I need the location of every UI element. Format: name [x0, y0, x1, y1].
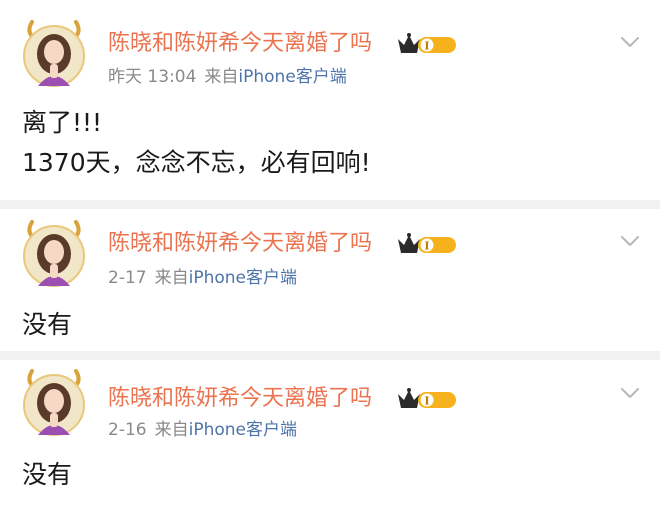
post-meta: 2-16 来自iPhone客户端: [108, 418, 297, 442]
avatar[interactable]: [18, 216, 90, 288]
chevron-down-icon[interactable]: [620, 34, 640, 48]
crown-level-badge-icon[interactable]: I: [396, 231, 458, 257]
post-content: 没有: [22, 305, 72, 345]
post-meta: 昨天 13:04 来自iPhone客户端: [108, 65, 347, 89]
username[interactable]: 陈晓和陈妍希今天离婚了吗: [108, 229, 372, 259]
source-link[interactable]: iPhone客户端: [238, 67, 346, 87]
post-time: 昨天 13:04: [108, 67, 197, 87]
post-content-line: 没有: [22, 460, 73, 489]
post-content-line: 离了!!!: [22, 108, 103, 137]
avatar[interactable]: [18, 16, 90, 88]
username[interactable]: 陈晓和陈妍希今天离婚了吗: [108, 29, 372, 59]
badge-level-text: I: [424, 40, 429, 53]
post-meta: 2-17 来自iPhone客户端: [108, 266, 297, 290]
source-link[interactable]: iPhone客户端: [189, 268, 297, 288]
post-divider: [0, 351, 660, 360]
post-time: 2-16: [108, 420, 147, 440]
badge-level-text: I: [424, 240, 429, 253]
badge-level-text: I: [424, 395, 429, 408]
post-content: 离了!!! 1370天，念念不忘，必有回响!: [22, 103, 371, 183]
crown-level-badge-icon[interactable]: I: [396, 386, 458, 412]
post-time: 2-17: [108, 268, 147, 288]
post-1: 陈晓和陈妍希今天离婚了吗 I 昨天 13:04 来自iPhone客户端 离了!!!…: [0, 0, 660, 200]
crown-level-badge-icon[interactable]: I: [396, 31, 458, 57]
post-3: 陈晓和陈妍希今天离婚了吗 I 2-16 来自iPhone客户端 没有: [0, 360, 660, 511]
chevron-down-icon[interactable]: [620, 385, 640, 399]
post-content-line: 1370天，念念不忘，必有回响!: [22, 148, 371, 177]
avatar-image-icon: [23, 220, 85, 287]
source-prefix: 来自: [154, 268, 189, 288]
source-prefix: 来自: [154, 420, 189, 440]
source-prefix: 来自: [204, 67, 239, 87]
post-2: 陈晓和陈妍希今天离婚了吗 I 2-17 来自iPhone客户端 没有: [0, 209, 660, 351]
chevron-down-icon[interactable]: [620, 233, 640, 247]
post-content: 没有: [22, 455, 72, 495]
avatar-image-icon: [23, 20, 85, 87]
username[interactable]: 陈晓和陈妍希今天离婚了吗: [108, 384, 372, 414]
post-divider: [0, 200, 660, 209]
source-link[interactable]: iPhone客户端: [189, 420, 297, 440]
post-content-line: 没有: [22, 310, 73, 339]
avatar-image-icon: [23, 369, 85, 436]
avatar[interactable]: [18, 365, 90, 437]
